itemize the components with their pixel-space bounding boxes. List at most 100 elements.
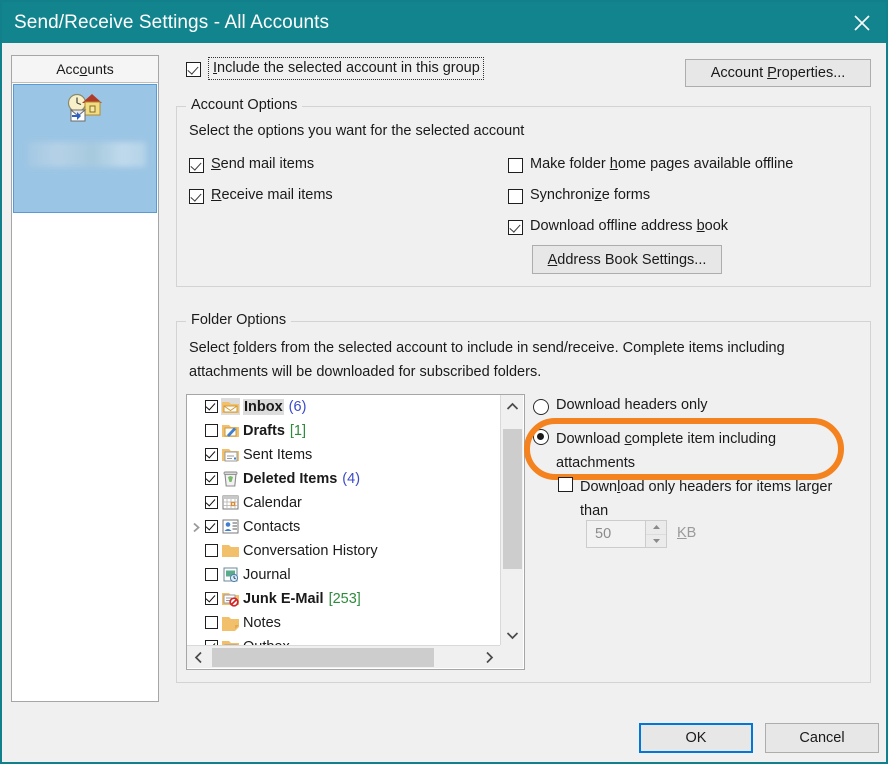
folder-name: Inbox: [243, 399, 284, 415]
account-name-redacted: [28, 142, 146, 167]
folder-row[interactable]: Drafts [1]: [187, 419, 501, 443]
folder-checkbox[interactable]: [205, 424, 218, 437]
spinner-buttons[interactable]: [645, 521, 666, 547]
cancel-button[interactable]: Cancel: [765, 723, 879, 753]
folder-checkbox[interactable]: [205, 448, 218, 461]
folder-row[interactable]: Calendar: [187, 491, 501, 515]
folder-name: Junk E-Mail: [243, 591, 324, 607]
account-options-legend: Account Options: [186, 97, 302, 113]
download-offline-address-book-box[interactable]: [508, 220, 523, 235]
folder-tree-vertical-scrollbar[interactable]: [500, 395, 523, 646]
folder-row[interactable]: Contacts: [187, 515, 501, 539]
folder-checkbox[interactable]: [205, 400, 218, 413]
download-headers-only-label: Download headers only: [556, 397, 708, 413]
download-headers-only-radio[interactable]: Download headers only: [533, 397, 708, 415]
folder-row[interactable]: Notes: [187, 611, 501, 635]
folder-checkbox[interactable]: [205, 520, 218, 533]
folder-checkbox[interactable]: [205, 544, 218, 557]
scroll-down-icon[interactable]: [501, 624, 524, 646]
scroll-right-icon[interactable]: [478, 646, 501, 669]
sent-items-folder-icon: [221, 446, 240, 463]
calendar-icon: [221, 494, 240, 511]
folder-row[interactable]: Junk E-Mail [253]: [187, 587, 501, 611]
journal-icon: [221, 566, 240, 583]
drafts-folder-icon: [221, 422, 240, 439]
send-mail-items-box[interactable]: [189, 158, 204, 173]
folder-name: Deleted Items: [243, 471, 337, 487]
folder-checkbox[interactable]: [205, 568, 218, 581]
send-mail-items-label: Send mail items: [211, 156, 314, 172]
notes-folder-icon: [221, 614, 240, 631]
include-account-in-group-checkbox[interactable]: Include the selected account in this gro…: [186, 57, 484, 80]
receive-mail-items-box[interactable]: [189, 189, 204, 204]
scroll-left-icon[interactable]: [187, 646, 210, 669]
send-mail-items-checkbox[interactable]: Send mail items: [189, 156, 314, 173]
synchronize-forms-box[interactable]: [508, 189, 523, 204]
folder-name: Journal: [243, 567, 291, 583]
folder-name: Sent Items: [243, 447, 312, 463]
vertical-scroll-thumb[interactable]: [503, 429, 522, 569]
account-sync-home-icon: [66, 92, 108, 128]
inbox-folder-icon: [221, 398, 240, 415]
account-properties-button[interactable]: Account Properties...: [685, 59, 871, 87]
folder-row[interactable]: Inbox (6): [187, 395, 501, 419]
folder-row[interactable]: Journal: [187, 563, 501, 587]
download-complete-item-radio[interactable]: Download complete item including attachm…: [533, 427, 833, 475]
receive-mail-items-checkbox[interactable]: Receive mail items: [189, 187, 333, 204]
folder-row[interactable]: Deleted Items (4): [187, 467, 501, 491]
chevron-right-icon[interactable]: [191, 521, 202, 532]
address-book-settings-button[interactable]: Address Book Settings...: [532, 245, 722, 274]
folder-checkbox[interactable]: [205, 592, 218, 605]
receive-mail-items-label: Receive mail items: [211, 187, 333, 203]
spinner-down-icon[interactable]: [646, 535, 666, 548]
folder-options-legend: Folder Options: [186, 312, 291, 328]
horizontal-scroll-thumb[interactable]: [212, 648, 434, 667]
scroll-up-icon[interactable]: [501, 395, 524, 417]
folder-checkbox[interactable]: [205, 496, 218, 509]
include-account-checkbox-box[interactable]: [186, 62, 201, 77]
folder-row[interactable]: Sent Items: [187, 443, 501, 467]
title-bar: Send/Receive Settings - All Accounts: [2, 2, 886, 43]
folder-checkbox[interactable]: [205, 616, 218, 629]
size-unit-label: KB: [677, 525, 696, 541]
window-title: Send/Receive Settings - All Accounts: [2, 12, 329, 34]
contacts-icon: [221, 518, 240, 535]
send-receive-settings-dialog: Send/Receive Settings - All Accounts Acc…: [0, 0, 888, 764]
download-complete-item-dot[interactable]: [533, 429, 549, 445]
folder-count: [1]: [290, 423, 306, 439]
accounts-pane-header: Accounts: [12, 56, 158, 83]
scrollbar-corner: [500, 645, 523, 668]
download-only-headers-larger-box[interactable]: [558, 477, 573, 492]
download-only-headers-larger-than-checkbox[interactable]: Download only headers for items larger t…: [558, 475, 858, 523]
ok-button[interactable]: OK: [639, 723, 753, 753]
folder-options-description-line2: attachments will be downloaded for subsc…: [189, 364, 541, 380]
folder-name: Conversation History: [243, 543, 378, 559]
folder-home-pages-label: Make folder home pages available offline: [530, 156, 793, 172]
folder-count: [253]: [329, 591, 361, 607]
folder-name: Notes: [243, 615, 281, 631]
folder-options-description-line1: Select folders from the selected account…: [189, 340, 785, 356]
folder-list[interactable]: Inbox (6) Drafts [1]: [187, 395, 501, 646]
plain-folder-icon: [221, 542, 240, 559]
folder-tree-horizontal-scrollbar[interactable]: [187, 645, 501, 668]
download-only-headers-larger-label: Download only headers for items larger t…: [580, 475, 858, 523]
size-limit-value[interactable]: 50: [587, 526, 645, 542]
folder-home-pages-box[interactable]: [508, 158, 523, 173]
close-icon[interactable]: [838, 2, 886, 43]
download-offline-address-book-checkbox[interactable]: Download offline address book: [508, 218, 728, 235]
folder-tree[interactable]: Inbox (6) Drafts [1]: [186, 394, 525, 670]
account-list-item[interactable]: [13, 84, 157, 213]
folder-row[interactable]: Conversation History: [187, 539, 501, 563]
deleted-items-icon: [221, 470, 240, 487]
folder-options-group: Folder Options Select folders from the s…: [176, 321, 871, 683]
download-headers-only-dot[interactable]: [533, 399, 549, 415]
accounts-pane: Accounts: [11, 55, 159, 702]
synchronize-forms-checkbox[interactable]: Synchronize forms: [508, 187, 650, 204]
spinner-up-icon[interactable]: [646, 521, 666, 535]
size-limit-spinner[interactable]: 50: [586, 520, 667, 548]
folder-count: (4): [342, 471, 360, 487]
include-account-label: Include the selected account in this gro…: [208, 57, 484, 80]
folder-home-pages-checkbox[interactable]: Make folder home pages available offline: [508, 156, 793, 173]
folder-checkbox[interactable]: [205, 472, 218, 485]
folder-count: (6): [289, 399, 307, 415]
